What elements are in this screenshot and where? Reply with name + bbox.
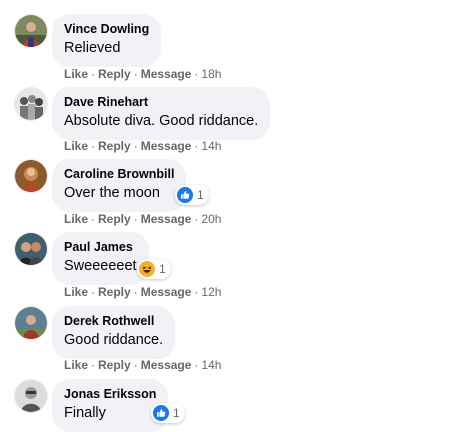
separator: ·	[91, 139, 96, 153]
reaction-count: 1	[197, 188, 204, 202]
comment-text: Over the moon	[64, 185, 160, 201]
like-icon	[177, 187, 193, 203]
avatar[interactable]	[14, 379, 48, 413]
like-link[interactable]: Like	[64, 358, 88, 372]
message-link[interactable]: Message	[141, 67, 192, 81]
comment-bubble: Paul James Sweeeeeet	[52, 232, 149, 285]
message-link[interactable]: Message	[141, 212, 192, 226]
reaction-summary[interactable]: 1	[175, 185, 209, 205]
comment-author[interactable]: Derek Rothwell	[64, 313, 163, 329]
comment-text: Relieved	[64, 40, 121, 56]
comment-author[interactable]: Caroline Brownbill	[64, 166, 174, 182]
reply-link[interactable]: Reply	[98, 139, 131, 153]
comment-actions: Like · Reply · Message · 18h	[64, 66, 221, 82]
avatar[interactable]	[14, 306, 48, 340]
avatar[interactable]	[14, 159, 48, 193]
reply-link[interactable]: Reply	[98, 67, 131, 81]
separator: ·	[91, 212, 96, 226]
like-icon	[153, 405, 169, 421]
comment-actions: Like · Reply · Message · 12h	[64, 284, 221, 300]
separator: ·	[194, 285, 199, 299]
like-link[interactable]: Like	[64, 139, 88, 153]
comment-actions: Like · Reply · Message · 14h	[64, 138, 221, 154]
separator: ·	[133, 67, 138, 81]
separator: ·	[133, 212, 138, 226]
separator: ·	[91, 67, 96, 81]
profile-photo	[15, 380, 47, 412]
like-link[interactable]: Like	[64, 285, 88, 299]
reaction-count: 1	[159, 262, 166, 276]
comment-bubble: Vince Dowling Relieved	[52, 14, 162, 67]
reaction-summary[interactable]: 1	[151, 403, 185, 423]
avatar[interactable]	[14, 14, 48, 48]
reply-link[interactable]: Reply	[98, 358, 131, 372]
comment-author[interactable]: Vince Dowling	[64, 21, 149, 37]
comment-actions: Like · Reply · Message · 14h	[64, 357, 221, 373]
comment-timestamp[interactable]: 14h	[201, 139, 221, 153]
comment-timestamp[interactable]: 20h	[201, 212, 221, 226]
reaction-count: 1	[173, 406, 180, 420]
message-link[interactable]: Message	[141, 358, 192, 372]
comment-author[interactable]: Dave Rinehart	[64, 94, 258, 110]
comment-text: Good riddance.	[64, 332, 164, 348]
separator: ·	[133, 285, 138, 299]
comment-author[interactable]: Paul James	[64, 239, 137, 255]
reaction-summary[interactable]: 1	[137, 259, 171, 279]
comment-text: Finally	[64, 405, 106, 421]
avatar[interactable]	[14, 87, 48, 121]
comment-bubble: Caroline Brownbill Over the moon	[52, 159, 187, 212]
separator: ·	[133, 139, 138, 153]
separator: ·	[194, 139, 199, 153]
avatar[interactable]	[14, 232, 48, 266]
reply-link[interactable]: Reply	[98, 212, 131, 226]
comment-timestamp[interactable]: 18h	[201, 67, 221, 81]
like-link[interactable]: Like	[64, 212, 88, 226]
comment-author[interactable]: Jonas Eriksson	[64, 386, 156, 402]
comment-text: Sweeeeeet	[64, 258, 137, 274]
profile-photo	[15, 160, 47, 192]
comment-bubble: Jonas Eriksson Finally	[52, 379, 169, 432]
comment-actions: Like · Reply · Message · 20h	[64, 211, 221, 227]
profile-photo	[15, 88, 47, 120]
separator: ·	[133, 358, 138, 372]
like-link[interactable]: Like	[64, 67, 88, 81]
reply-link[interactable]: Reply	[98, 285, 131, 299]
separator: ·	[194, 358, 199, 372]
comment-timestamp[interactable]: 14h	[201, 358, 221, 372]
profile-photo	[15, 233, 47, 265]
comment-text: Absolute diva. Good riddance.	[64, 113, 259, 129]
separator: ·	[194, 212, 199, 226]
separator: ·	[91, 358, 96, 372]
profile-photo	[15, 307, 47, 339]
comment-timestamp[interactable]: 12h	[201, 285, 221, 299]
comment-bubble: Dave Rinehart Absolute diva. Good riddan…	[52, 87, 271, 140]
profile-photo	[15, 15, 47, 47]
message-link[interactable]: Message	[141, 285, 192, 299]
separator: ·	[194, 67, 199, 81]
separator: ·	[91, 285, 96, 299]
haha-icon	[139, 261, 155, 277]
comment-bubble: Derek Rothwell Good riddance.	[52, 306, 176, 359]
message-link[interactable]: Message	[141, 139, 192, 153]
